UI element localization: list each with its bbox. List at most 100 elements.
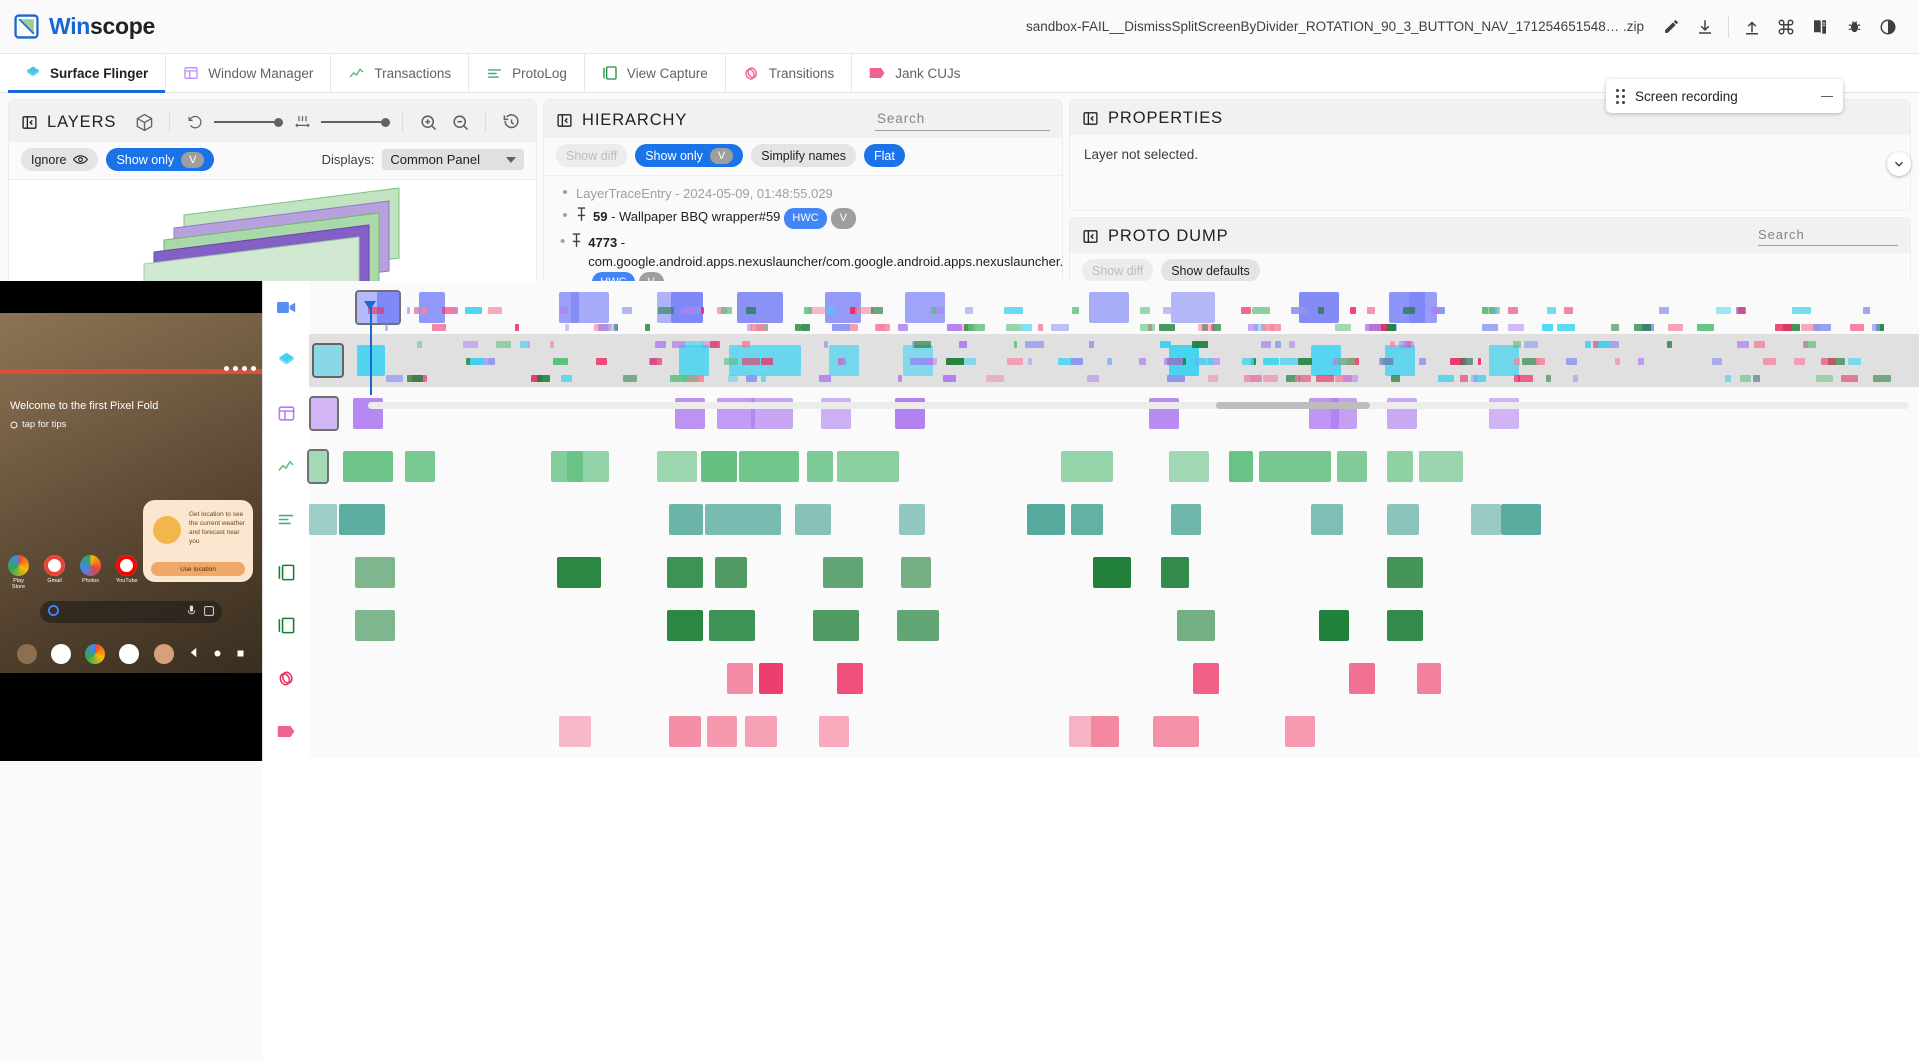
tab-window-manager[interactable]: Window Manager: [166, 54, 331, 92]
edit-filename-icon[interactable]: [1654, 10, 1688, 44]
app-youtube[interactable]: YouTube: [116, 555, 137, 590]
chrome-icon[interactable]: [85, 644, 105, 664]
rect-block[interactable]: [837, 663, 863, 694]
rect-block[interactable]: [759, 663, 783, 694]
proto-dump-search-input[interactable]: Search: [1758, 227, 1898, 246]
show-diff-chip[interactable]: Show diff: [1082, 259, 1153, 282]
tab-view-capture[interactable]: View Capture: [585, 54, 726, 92]
rect-block[interactable]: [355, 557, 395, 588]
layers-3d-canvas[interactable]: [9, 180, 536, 292]
hierarchy-search-input[interactable]: Search: [875, 109, 1050, 131]
rect-block[interactable]: [667, 610, 703, 641]
rect-block[interactable]: [899, 504, 925, 535]
rect-row[interactable]: [309, 599, 1919, 652]
pin-icon[interactable]: [576, 207, 587, 227]
rect-block[interactable]: [739, 451, 799, 482]
rect-block[interactable]: [1337, 451, 1367, 482]
pin-icon[interactable]: [571, 233, 582, 253]
app-play-store[interactable]: Play Store: [8, 555, 29, 590]
documentation-icon[interactable]: [1803, 10, 1837, 44]
app-gmail[interactable]: Gmail: [44, 555, 65, 590]
spacing-slider[interactable]: [321, 118, 390, 127]
back-nav-icon[interactable]: [188, 645, 199, 663]
rect-block[interactable]: [1501, 504, 1541, 535]
show-defaults-chip[interactable]: Show defaults: [1161, 259, 1260, 282]
rect-block[interactable]: [1161, 557, 1189, 588]
rect-block[interactable]: [1285, 716, 1315, 747]
simplify-names-chip[interactable]: Simplify names: [751, 144, 856, 167]
rect-block[interactable]: [311, 398, 337, 429]
rect-block[interactable]: [355, 610, 395, 641]
screen-recording-preview[interactable]: Welcome to the first Pixel Fold tap for …: [0, 281, 263, 761]
rect-block[interactable]: [1471, 504, 1501, 535]
lens-icon[interactable]: [204, 603, 214, 621]
rect-block[interactable]: [701, 451, 737, 482]
weather-widget[interactable]: Get location to see the current weather …: [143, 500, 253, 582]
rect-row[interactable]: [309, 705, 1919, 758]
ignore-chip[interactable]: Ignore: [21, 148, 98, 171]
rect-block[interactable]: [819, 716, 849, 747]
dark-mode-icon[interactable]: [1871, 10, 1905, 44]
rect-block[interactable]: [807, 451, 833, 482]
zoom-in-icon[interactable]: [415, 109, 441, 135]
timeline-track[interactable]: [368, 301, 1909, 409]
rect-block[interactable]: [1387, 610, 1423, 641]
mic-icon[interactable]: [187, 603, 196, 621]
rect-block[interactable]: [1259, 451, 1331, 482]
tab-protolog[interactable]: ProtoLog: [469, 54, 585, 92]
rect-row[interactable]: [309, 493, 1919, 546]
rect-block[interactable]: [1153, 716, 1199, 747]
rect-block[interactable]: [667, 557, 703, 588]
rect-block[interactable]: [1169, 451, 1209, 482]
show-only-chip[interactable]: Show only V: [106, 148, 214, 171]
tab-jank-cujs[interactable]: Jank CUJs: [852, 54, 977, 92]
dock-app2-icon[interactable]: [154, 644, 174, 664]
tab-transitions[interactable]: Transitions: [726, 54, 853, 92]
rect-block[interactable]: [1319, 610, 1349, 641]
collapse-panel-icon[interactable]: [1082, 228, 1099, 245]
timeline-cursor[interactable]: [370, 301, 372, 395]
tree-item-59[interactable]: • 59 - Wallpaper BBQ wrapper#59HWCV: [544, 205, 1062, 231]
zoom-out-icon[interactable]: [447, 109, 473, 135]
rect-block[interactable]: [795, 504, 831, 535]
tab-surface-flinger[interactable]: Surface Flinger: [8, 54, 166, 92]
rect-block[interactable]: [1229, 451, 1253, 482]
rect-block[interactable]: [309, 451, 327, 482]
rect-block[interactable]: [727, 663, 753, 694]
messages-icon[interactable]: [51, 644, 71, 664]
3d-view-icon[interactable]: [131, 109, 157, 135]
rect-block[interactable]: [745, 716, 777, 747]
screen-recording-window[interactable]: Screen recording: [1606, 79, 1843, 113]
rect-block[interactable]: [837, 451, 899, 482]
rect-block[interactable]: [1061, 451, 1113, 482]
rect-block[interactable]: [1311, 504, 1343, 535]
rect-block[interactable]: [1419, 451, 1463, 482]
rect-block[interactable]: [1091, 716, 1119, 747]
tree-item-layertraceentry[interactable]: • LayerTraceEntry - 2024-05-09, 01:48:55…: [544, 182, 1062, 205]
rect-block[interactable]: [709, 610, 755, 641]
rect-block[interactable]: [1387, 557, 1423, 588]
rect-block[interactable]: [823, 557, 863, 588]
rect-block[interactable]: [567, 451, 609, 482]
rect-block[interactable]: [705, 504, 781, 535]
rect-block[interactable]: [559, 716, 591, 747]
rect-block[interactable]: [707, 716, 737, 747]
show-only-chip[interactable]: Show only V: [635, 144, 743, 167]
rect-block[interactable]: [405, 451, 435, 482]
rect-block[interactable]: [1193, 663, 1219, 694]
collapse-panel-icon[interactable]: [556, 112, 573, 129]
rect-block[interactable]: [1349, 663, 1375, 694]
rect-block[interactable]: [1071, 504, 1103, 535]
reset-zoom-icon[interactable]: [498, 109, 524, 135]
google-search-bar[interactable]: [40, 601, 222, 623]
rect-block[interactable]: [1027, 504, 1065, 535]
timeline-scrollbar-thumb[interactable]: [1216, 402, 1370, 409]
rect-block[interactable]: [557, 557, 601, 588]
rect-block[interactable]: [715, 557, 747, 588]
rect-block[interactable]: [1387, 451, 1413, 482]
tab-transactions[interactable]: Transactions: [331, 54, 469, 92]
rotation-slider[interactable]: [214, 118, 283, 127]
rect-block[interactable]: [343, 451, 393, 482]
rect-block[interactable]: [1177, 610, 1215, 641]
rect-block[interactable]: [339, 504, 385, 535]
